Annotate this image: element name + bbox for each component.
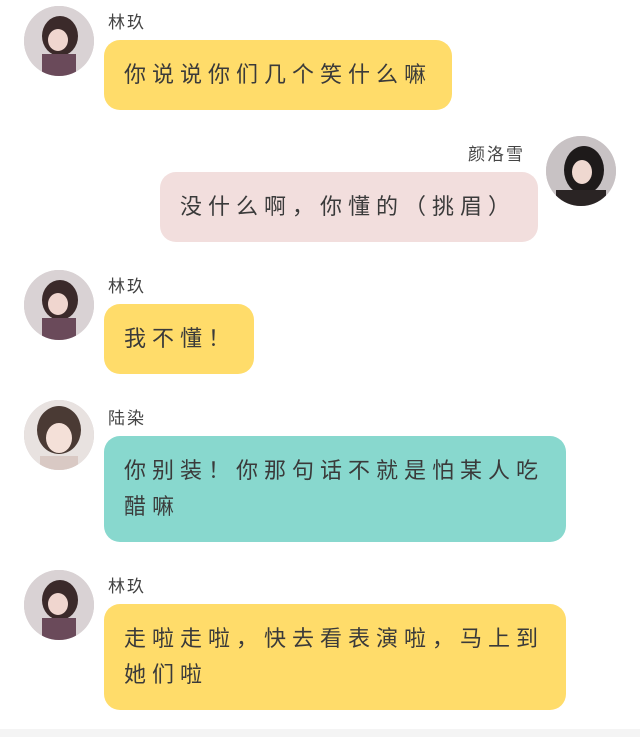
avatar-linjiu[interactable] bbox=[24, 270, 94, 340]
avatar-image bbox=[24, 570, 94, 640]
avatar-yanluoxue[interactable] bbox=[546, 136, 616, 206]
message-bubble[interactable]: 你别装！你那句话不就是怕某人吃醋嘛 bbox=[104, 436, 566, 542]
message-bubble[interactable]: 没什么啊，你懂的（挑眉） bbox=[160, 172, 538, 242]
message-text: 没什么啊，你懂的（挑眉） bbox=[180, 195, 517, 220]
sender-name: 林玖 bbox=[108, 277, 146, 297]
bottom-bar bbox=[0, 729, 640, 737]
sender-name: 林玖 bbox=[108, 13, 146, 33]
sender-name: 颜洛雪 bbox=[468, 145, 525, 165]
avatar-linjiu[interactable] bbox=[24, 6, 94, 76]
avatar-image bbox=[24, 6, 94, 76]
sender-name: 陆染 bbox=[108, 409, 146, 429]
avatar-image bbox=[24, 270, 94, 340]
message-text: 我不懂！ bbox=[124, 327, 237, 352]
message-text: 走啦走啦，快去看表演啦，马上到她们啦 bbox=[124, 627, 545, 688]
avatar-image bbox=[546, 136, 616, 206]
message-bubble[interactable]: 我不懂！ bbox=[104, 304, 254, 374]
message-text: 你别装！你那句话不就是怕某人吃醋嘛 bbox=[124, 459, 545, 520]
message-bubble[interactable]: 你说说你们几个笑什么嘛 bbox=[104, 40, 452, 110]
message-bubble[interactable]: 走啦走啦，快去看表演啦，马上到她们啦 bbox=[104, 604, 566, 710]
sender-name: 林玖 bbox=[108, 577, 146, 597]
avatar-image bbox=[24, 400, 94, 470]
avatar-luran[interactable] bbox=[24, 400, 94, 470]
avatar-linjiu[interactable] bbox=[24, 570, 94, 640]
message-text: 你说说你们几个笑什么嘛 bbox=[124, 63, 433, 88]
